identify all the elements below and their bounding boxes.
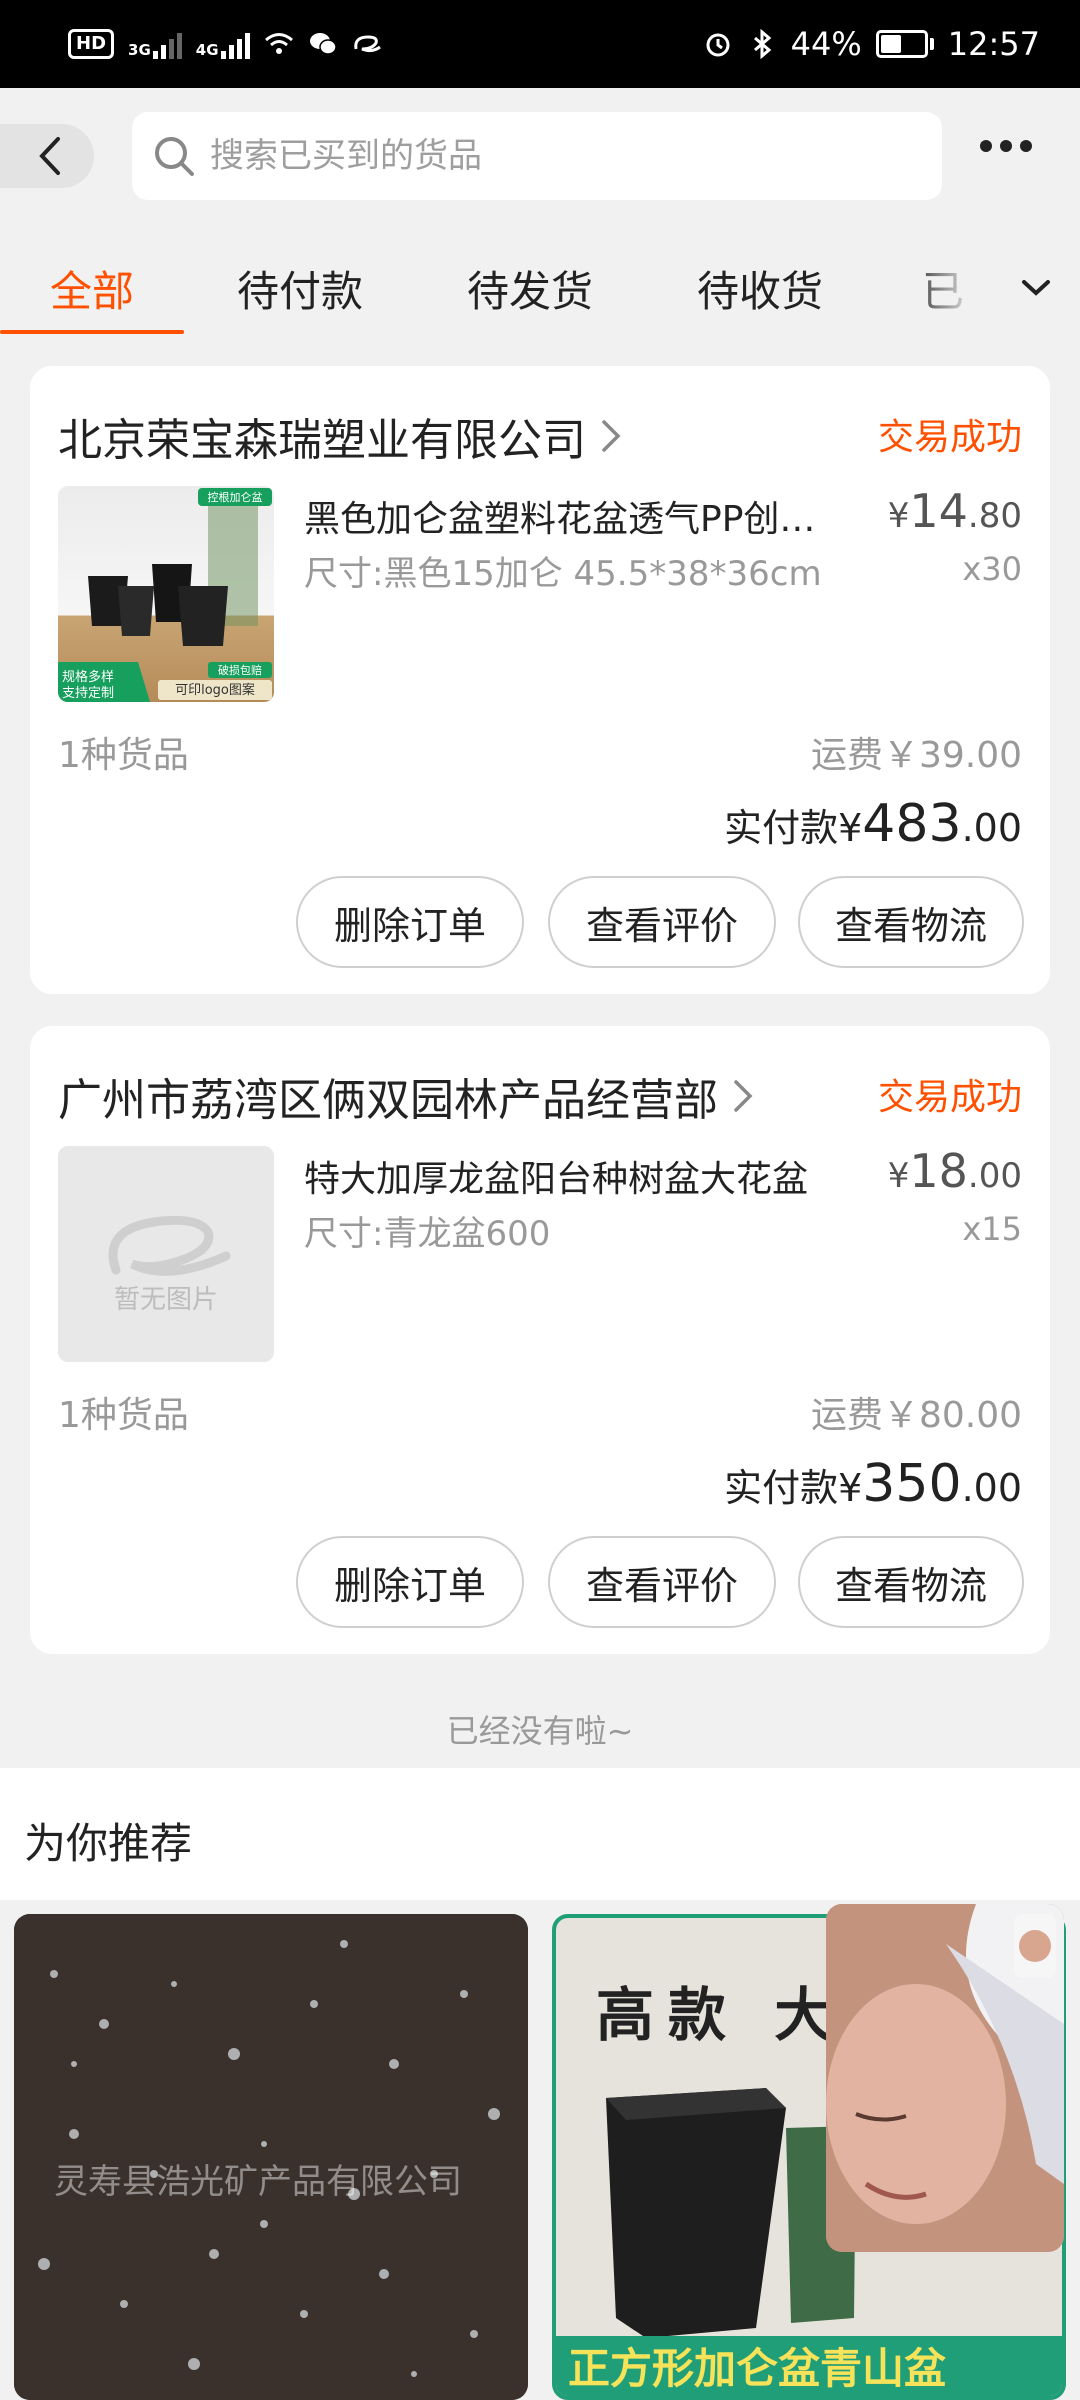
item-count: 1种货品	[58, 1395, 189, 1436]
tab-pending-receipt[interactable]: 待收货	[672, 238, 848, 338]
recommend-header: 为你推荐	[0, 1768, 1080, 1900]
alibaba-logo-icon: 暂无图片	[108, 1215, 231, 1315]
badge-text: 控根加仑盆	[208, 490, 263, 504]
unit-price: ¥18.00	[887, 1144, 1022, 1198]
more-dot-icon	[980, 140, 992, 152]
chevron-right-icon	[734, 1080, 753, 1112]
tab-all[interactable]: 全部	[0, 238, 184, 338]
active-tab-indicator	[0, 330, 184, 334]
clock: 12:57	[947, 25, 1040, 63]
svg-text:可印logo图案: 可印logo图案	[175, 683, 255, 698]
end-of-list-text: 已经没有啦~	[446, 1712, 634, 1750]
status-bar-right: 44% 12:57	[703, 25, 1040, 63]
shop-link[interactable]: 广州市荔湾区俩双园林产品经营部	[58, 1064, 754, 1128]
order-status: 交易成功	[877, 1077, 1022, 1118]
more-menu-button[interactable]	[980, 140, 1032, 152]
network-type-label: 4G	[195, 41, 219, 59]
order-card[interactable]: 广州市荔湾区俩双园林产品经营部 交易成功 暂无图片 特大加厚龙盆阳台种树盆大花盆…	[30, 1026, 1050, 1654]
product-thumbnail[interactable]: 控根加仑盆 规格多样 支持定制 破损包赔 可印logo图案	[58, 486, 274, 702]
search-input[interactable]	[210, 136, 850, 176]
tabs-expand-button[interactable]	[906, 238, 1080, 338]
more-dot-icon	[1020, 140, 1032, 152]
svg-text:破损包赔: 破损包赔	[218, 663, 262, 677]
promo-banner: 正方形加仑盆青山盆	[556, 2336, 1062, 2396]
alibaba-icon	[353, 35, 381, 53]
svg-text:支持定制: 支持定制	[62, 686, 114, 701]
shop-name: 广州市荔湾区俩双园林产品经营部	[58, 1075, 718, 1126]
tab-pending-shipment[interactable]: 待发货	[442, 238, 618, 338]
product-title[interactable]: 黑色加仑盆塑料花盆透气PP创…	[304, 490, 844, 542]
chevron-down-icon	[1022, 280, 1050, 296]
promo-headline: 高款 大	[596, 1981, 847, 2049]
battery-percent: 44%	[790, 25, 862, 63]
quantity: x15	[962, 1210, 1022, 1248]
wifi-icon	[264, 33, 293, 54]
item-count: 1种货品	[58, 735, 189, 776]
search-bar[interactable]	[132, 112, 942, 200]
order-status: 交易成功	[877, 417, 1022, 458]
order-card[interactable]: 北京荣宝森瑞塑业有限公司 交易成功 控根加仑盆 规格多样 支持定制 破损包赔 可…	[30, 366, 1050, 994]
delete-order-button[interactable]: 删除订单	[296, 1536, 524, 1628]
view-review-button[interactable]: 查看评价	[548, 1536, 776, 1628]
more-dot-icon	[1000, 140, 1012, 152]
view-logistics-button[interactable]: 查看物流	[798, 1536, 1024, 1628]
delete-order-button[interactable]: 删除订单	[296, 876, 524, 968]
signal-sim1-icon: 3G	[128, 29, 182, 59]
shop-name: 北京荣宝森瑞塑业有限公司	[58, 415, 586, 466]
video-call-image	[826, 1904, 1064, 2252]
watermark-text: 灵寿县浩光矿产品有限公司	[54, 2162, 462, 2202]
plant-pots-image: 控根加仑盆 规格多样 支持定制 破损包赔 可印logo图案	[58, 488, 272, 702]
network-type-label: 3G	[128, 41, 151, 59]
shipping-fee: 运费￥80.00	[810, 1395, 1022, 1436]
battery-icon	[875, 30, 934, 58]
hd-icon: HD	[68, 29, 115, 59]
total-paid: 实付款¥483.00	[724, 794, 1022, 854]
status-bar-left: HD 3G 4G	[68, 29, 382, 59]
alarm-icon	[706, 33, 730, 57]
wechat-icon	[309, 33, 337, 55]
svg-text:规格多样: 规格多样	[62, 669, 114, 685]
view-review-button[interactable]: 查看评价	[548, 876, 776, 968]
back-button[interactable]	[0, 124, 94, 188]
order-tabs: 全部 待付款 待发货 待收货 已	[0, 238, 1080, 338]
signal-sim2-icon: 4G	[196, 29, 250, 59]
header: 全部 待付款 待发货 待收货 已	[0, 88, 1080, 338]
shop-link[interactable]: 北京荣宝森瑞塑业有限公司	[58, 404, 622, 468]
product-spec: 尺寸:黑色15加仑 45.5*38*36cm	[304, 554, 822, 594]
bluetooth-icon	[753, 29, 771, 59]
tab-pending-payment[interactable]: 待付款	[212, 238, 388, 338]
product-spec: 尺寸:青龙盆600	[304, 1214, 551, 1254]
product-title[interactable]: 特大加厚龙盆阳台种树盆大花盆	[304, 1150, 844, 1202]
shipping-fee: 运费￥39.00	[810, 735, 1022, 776]
recommend-card[interactable]: 灵寿县浩光矿产品有限公司	[14, 1914, 528, 2400]
square-pot-image	[606, 2088, 856, 2338]
no-image-label: 暂无图片	[114, 1285, 218, 1315]
view-logistics-button[interactable]: 查看物流	[798, 876, 1024, 968]
status-bar: HD 3G 4G 44% 12:57	[0, 0, 1080, 88]
quantity: x30	[962, 550, 1022, 588]
chevron-right-icon	[602, 420, 621, 452]
product-thumbnail-placeholder[interactable]: 暂无图片	[58, 1146, 274, 1362]
recommend-title: 为你推荐	[24, 1819, 193, 1868]
chevron-left-icon	[39, 137, 60, 175]
total-paid: 实付款¥350.00	[724, 1454, 1022, 1514]
floating-video-window[interactable]	[826, 1904, 1064, 2252]
unit-price: ¥14.80	[887, 484, 1022, 538]
search-icon	[155, 137, 194, 176]
